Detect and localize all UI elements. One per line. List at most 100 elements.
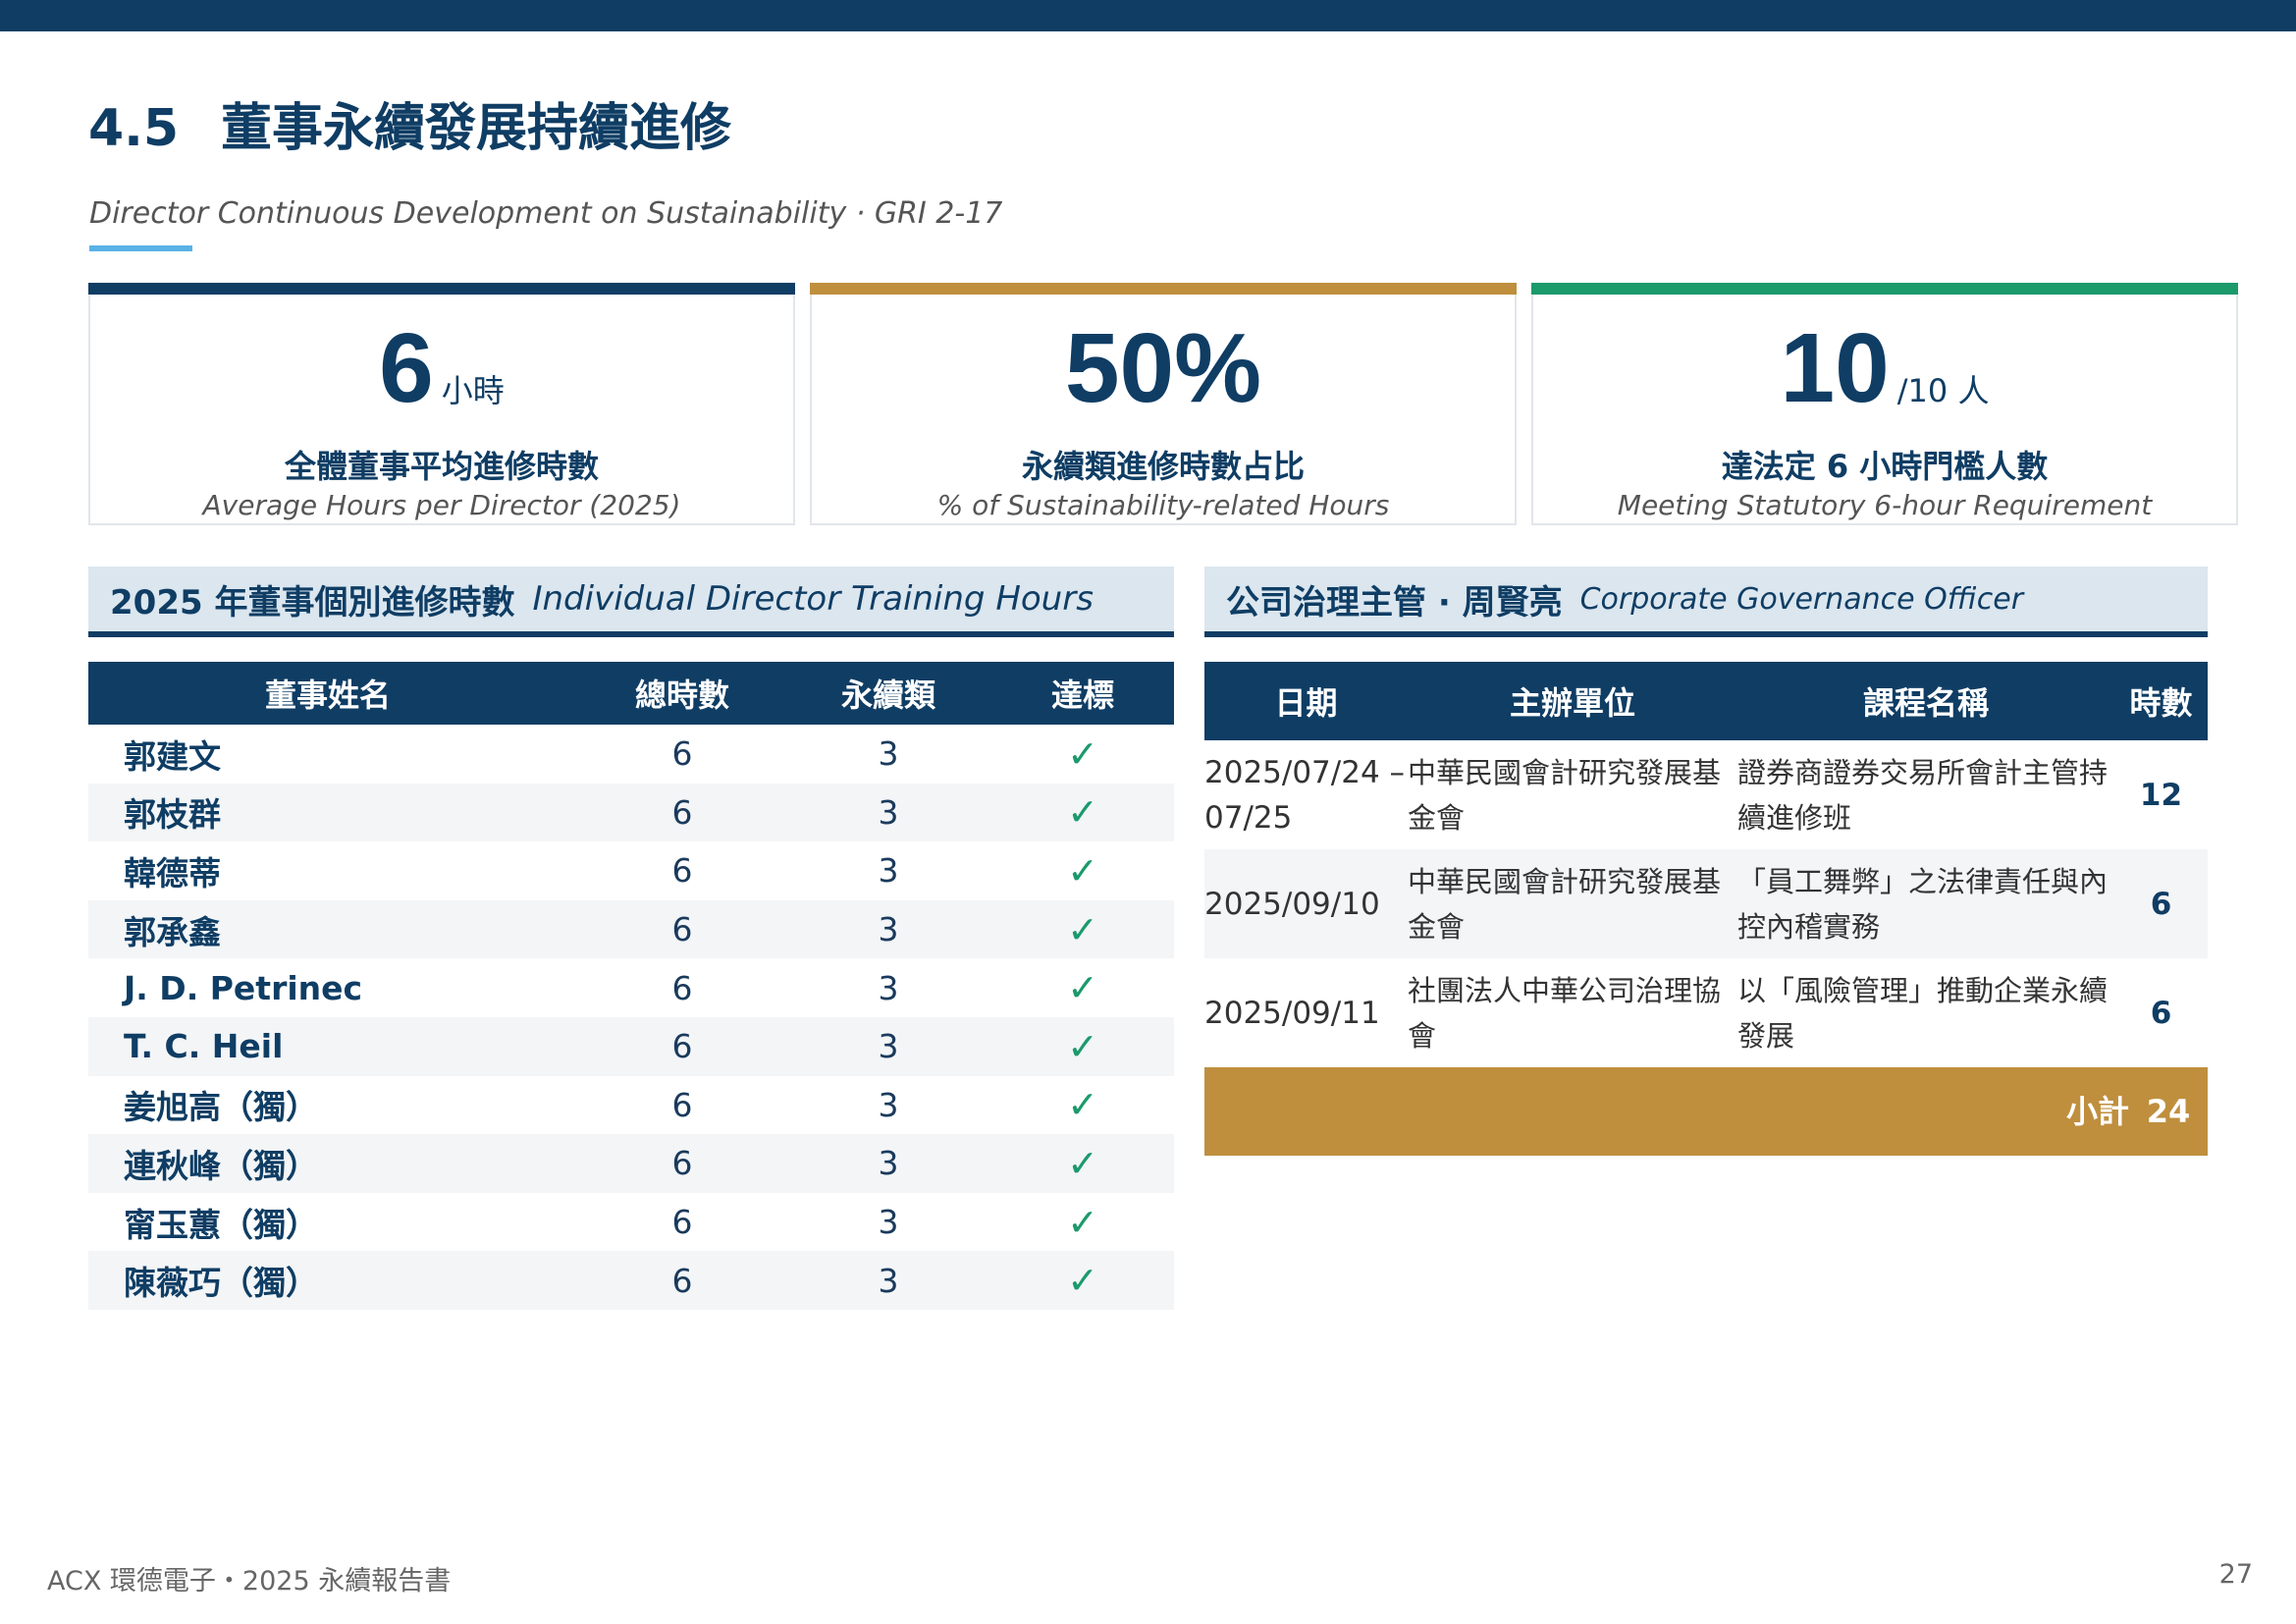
organizer-line: 會 (1408, 1018, 1437, 1053)
kpi-label: 全體董事平均進修時數 (284, 448, 599, 485)
table-row: 郭建文 6 3 ✓ (88, 725, 1174, 784)
total-hours: 6 (579, 1134, 785, 1193)
col-header-course: 課程名稱 (1737, 662, 2114, 740)
check-icon: ✓ (991, 1251, 1174, 1310)
subtotal-label: 小計 (2065, 1093, 2129, 1130)
col-header-total: 總時數 (579, 662, 785, 725)
kpi-sublabel: Meeting Statutory 6-hour Requirement (1617, 489, 2153, 521)
sustain-hours: 3 (785, 783, 991, 842)
kpi-value: 50% (1064, 313, 1262, 423)
kpi-value-row: 6 小時 (90, 312, 793, 425)
officer-title-en: Corporate Governance Officer (1579, 581, 2024, 617)
check-icon: ✓ (1067, 731, 1098, 776)
sustain-hours: 3 (785, 1016, 991, 1076)
total-hours: 6 (579, 1251, 785, 1310)
kpi-label: 達法定 6 小時門檻人數 (1721, 448, 2049, 485)
table-row: J. D. Petrinec 6 3 ✓ (88, 958, 1174, 1017)
organizer-line: 金會 (1408, 800, 1466, 835)
kpi-sublabel: % of Sustainability-related Hours (936, 489, 1390, 521)
check-icon: ✓ (991, 1016, 1174, 1076)
col-header-sustain: 永續類 (785, 662, 991, 725)
check-icon: ✓ (991, 783, 1174, 842)
table-row: 郭承鑫 6 3 ✓ (88, 899, 1174, 959)
sustain-hours: 3 (785, 899, 991, 959)
sustain-hours: 3 (878, 734, 899, 774)
sustain-hours: 3 (878, 1203, 899, 1242)
sustain-hours: 3 (785, 1134, 991, 1193)
col-header-met: 達標 (991, 662, 1174, 725)
course-organizer: 中華民國會計研究發展基 金會 (1408, 740, 1737, 849)
course-name: 「員工舞弊」之法律責任與內 控內稽實務 (1737, 849, 2114, 958)
course-line: 「員工舞弊」之法律責任與內 (1737, 864, 2109, 898)
kpi-value: 6 (379, 313, 434, 423)
total-hours: 6 (671, 734, 693, 774)
kpi-value-row: 50% (812, 312, 1515, 425)
course-name: 以「風險管理」推動企業永續 發展 (1737, 958, 2114, 1067)
organizer-line: 中華民國會計研究發展基 (1408, 864, 1722, 898)
organizer-line: 中華民國會計研究發展基 (1408, 755, 1722, 789)
table-row: 連秋峰（獨） 6 3 ✓ (88, 1134, 1174, 1193)
organizer-line: 社團法人中華公司治理協 (1408, 973, 1722, 1007)
total-hours: 6 (579, 783, 785, 842)
officer-title-zh: 公司治理主管 · 周賢亮 (1226, 582, 1563, 623)
course-hours: 6 (2150, 995, 2172, 1031)
top-color-bar (0, 0, 2296, 31)
table-row: 2025/09/11 社團法人中華公司治理協會 以「風險管理」推動企業永續 發展 … (1204, 958, 2208, 1067)
director-name: T. C. Heil (88, 1016, 579, 1076)
directors-table: 董事姓名 總時數 永續類 達標 郭建文 6 3 ✓ 郭枝群 6 3 ✓ 韓德蒂 … (88, 662, 1174, 1310)
organizer-line: 金會 (1408, 909, 1466, 944)
kpi-card-avg-hours: 6 小時 全體董事平均進修時數 Average Hours per Directo… (88, 283, 795, 525)
page-subtitle: Director Continuous Development on Susta… (89, 196, 1003, 231)
director-name: 郭建文 (124, 736, 221, 776)
col-header-date: 日期 (1204, 662, 1408, 740)
check-icon: ✓ (1067, 1083, 1098, 1127)
section-title: 董事永續發展持續進修 (221, 99, 732, 158)
director-name: 姜旭高（獨） (124, 1088, 318, 1127)
course-name: 證券商證券交易所會計主管持 續進修班 (1737, 740, 2114, 849)
check-icon: ✓ (1067, 1200, 1098, 1244)
course-organizer: 社團法人中華公司治理協會 (1408, 958, 1737, 1067)
table-header-row: 董事姓名 總時數 永續類 達標 (88, 662, 1174, 725)
director-name: 甯玉蕙（獨） (124, 1205, 318, 1244)
course-line: 控內稽實務 (1737, 909, 1881, 944)
date-line: 2025/07/24 – (1204, 754, 1406, 790)
subtotal-row: 小計 24 (1204, 1067, 2208, 1156)
total-hours: 6 (671, 1085, 693, 1124)
sustain-hours: 3 (878, 851, 899, 891)
check-icon: ✓ (991, 1134, 1174, 1193)
course-organizer: 中華民國會計研究發展基 金會 (1408, 849, 1737, 958)
total-hours: 6 (671, 851, 693, 891)
kpi-band (1531, 283, 2238, 295)
kpi-unit: /10 人 (1896, 372, 1990, 409)
directors-section-header: 2025 年董事個別進修時數 Individual Director Train… (88, 567, 1174, 637)
table-header-row: 日期 主辦單位 課程名稱 時數 (1204, 662, 2208, 740)
total-hours: 6 (579, 1016, 785, 1076)
kpi-band (810, 283, 1517, 295)
kpi-unit: 小時 (441, 372, 505, 409)
table-row: 韓德蒂 6 3 ✓ (88, 841, 1174, 900)
director-name: 韓德蒂 (124, 853, 221, 893)
page-number: 27 (2218, 1559, 2253, 1590)
date-line: 2025/09/11 (1204, 995, 1380, 1031)
check-icon: ✓ (1067, 966, 1098, 1010)
table-row: 郭枝群 6 3 ✓ (88, 783, 1174, 842)
director-name: 陳薇巧（獨） (88, 1251, 579, 1310)
course-date: 2025/09/10 (1204, 849, 1408, 958)
kpi-card-sustain-share: 50% 永續類進修時數占比 % of Sustainability-relate… (810, 283, 1517, 525)
kpi-label: 永續類進修時數占比 (1021, 448, 1305, 485)
course-hours: 6 (2114, 849, 2208, 958)
directors-title-zh: 2025 年董事個別進修時數 (110, 582, 515, 623)
course-date: 2025/09/11 (1204, 958, 1408, 1067)
date-line: 07/25 (1204, 799, 1293, 836)
sustain-hours: 3 (878, 1085, 899, 1124)
course-line: 發展 (1737, 1018, 1795, 1053)
table-row: T. C. Heil 6 3 ✓ (88, 1016, 1174, 1076)
date-line: 2025/09/10 (1204, 886, 1380, 922)
check-icon: ✓ (991, 899, 1174, 959)
course-date: 2025/07/24 – 07/25 (1204, 740, 1408, 849)
section-number: 4.5 (88, 99, 180, 158)
table-row: 甯玉蕙（獨） 6 3 ✓ (88, 1193, 1174, 1252)
col-header-hours: 時數 (2114, 662, 2208, 740)
sustain-hours: 3 (878, 968, 899, 1007)
kpi-value: 10 (1780, 313, 1890, 423)
